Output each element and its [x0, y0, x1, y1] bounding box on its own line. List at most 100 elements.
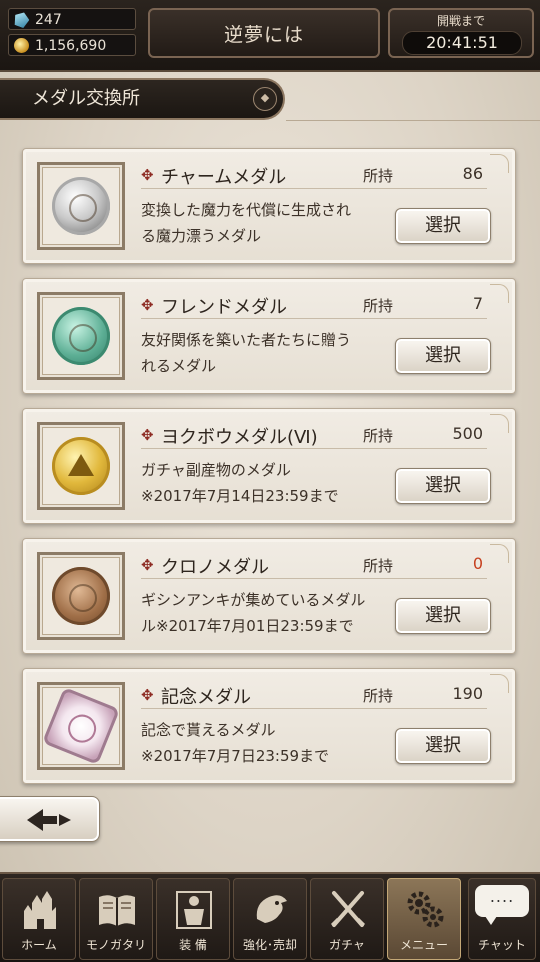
countdown-label: 開戦まで — [436, 14, 485, 28]
back-arrow-icon — [27, 809, 71, 831]
cross-ornament-icon: ✥ — [141, 296, 154, 314]
desc-line: ガチャ副産物のメダル — [141, 461, 291, 479]
countdown-timer: 20:41:51 — [402, 31, 522, 55]
medal-thumbnail — [37, 552, 125, 640]
medal-name: チャームメダル — [161, 167, 287, 188]
desc-line: ギシンアンキが集めているメダル — [141, 591, 366, 609]
armor-icon — [176, 891, 212, 929]
medal-card-commemorative: ✥ 記念メダル 所持 190 記念で貰えるメダル ※2017年7月7日23:59… — [22, 668, 516, 784]
desc-line: 変換した魔力を代償に生成され — [141, 201, 352, 219]
page-title: メダル交換所 — [32, 88, 140, 109]
gears-icon — [407, 891, 444, 928]
chrono-medal-icon — [52, 567, 110, 625]
page-title-bar: メダル交換所 ◆ — [0, 78, 285, 120]
select-button[interactable]: 選択 — [395, 598, 491, 634]
medal-description: 記念で貰えるメダル ※2017年7月7日23:59まで — [141, 717, 389, 769]
medal-description: ガチャ副産物のメダル ※2017年7月14日23:59まで — [141, 457, 389, 509]
yokubou-medal-icon — [52, 437, 110, 495]
medal-name: ヨクボウメダル(Ⅵ) — [161, 427, 318, 448]
castle-icon — [24, 891, 56, 929]
desc-line: 記念で貰えるメダル — [141, 721, 276, 739]
header-divider — [286, 120, 540, 121]
medal-name: 記念メダル — [161, 687, 251, 708]
battle-countdown[interactable]: 開戦まで 20:41:51 — [388, 8, 534, 58]
nav-story[interactable]: モノガタリ — [79, 878, 153, 960]
owned-label: 所持 — [363, 687, 394, 705]
owned-count: 86 — [462, 164, 483, 183]
dragon-icon — [256, 895, 287, 923]
owned-count: 0 — [472, 554, 483, 573]
friend-medal-icon — [52, 307, 110, 365]
nav-label: ホーム — [21, 938, 57, 952]
owned-count: 500 — [452, 424, 483, 443]
commemorative-medal-icon — [41, 686, 121, 766]
crystal-count: 247 — [35, 12, 62, 28]
medal-description: ギシンアンキが集めているメダル ル※2017年7月01日23:59まで — [141, 587, 389, 639]
medal-name-row: ✥ 記念メダル 所持 190 — [141, 682, 487, 709]
medal-name-row: ✥ ヨクボウメダル(Ⅵ) 所持 500 — [141, 422, 487, 449]
owned-label: 所持 — [363, 427, 394, 445]
select-button[interactable]: 選択 — [395, 728, 491, 764]
medal-description: 変換した魔力を代償に生成され る魔力漂うメダル — [141, 197, 389, 249]
chat-bubble-icon: .... — [475, 885, 529, 925]
crystal-icon — [12, 10, 31, 29]
nav-label: モノガタリ — [85, 938, 146, 952]
medal-card-friend: ✥ フレンドメダル 所持 7 友好関係を築いた者たちに贈う れるメダル 選択 — [22, 278, 516, 394]
desc-line: る魔力漂うメダル — [141, 227, 262, 245]
sort-icon[interactable]: ◆ — [253, 87, 277, 111]
event-banner-button[interactable]: 逆夢には — [148, 8, 380, 58]
nav-label: メニュー — [399, 938, 448, 952]
medal-card-charm: ✥ チャームメダル 所持 86 変換した魔力を代償に生成され る魔力漂うメダル … — [22, 148, 516, 264]
select-button[interactable]: 選択 — [395, 208, 491, 244]
select-button[interactable]: 選択 — [395, 338, 491, 374]
nav-menu[interactable]: メニュー — [387, 878, 461, 960]
book-icon — [99, 895, 135, 926]
medal-name-row: ✥ クロノメダル 所持 0 — [141, 552, 487, 579]
nav-label: ガチャ — [329, 938, 365, 952]
medal-name: クロノメダル — [161, 557, 269, 578]
nav-gacha[interactable]: ガチャ — [310, 878, 384, 960]
medal-card-yokubou: ✥ ヨクボウメダル(Ⅵ) 所持 500 ガチャ副産物のメダル ※2017年7月1… — [22, 408, 516, 524]
nav-enhance-sell[interactable]: 強化･売却 — [233, 878, 307, 960]
medal-card-chrono: ✥ クロノメダル 所持 0 ギシンアンキが集めているメダル ル※2017年7月0… — [22, 538, 516, 654]
cross-ornament-icon: ✥ — [141, 426, 154, 444]
gold-count: 1,156,690 — [35, 38, 107, 54]
cross-ornament-icon: ✥ — [141, 686, 154, 704]
back-button[interactable] — [0, 796, 100, 842]
desc-line: ※2017年7月7日23:59まで — [141, 747, 330, 765]
select-button[interactable]: 選択 — [395, 468, 491, 504]
crystal-counter: 247 — [8, 8, 136, 30]
gold-coin-icon — [14, 38, 29, 53]
swords-icon — [330, 891, 366, 927]
nav-label: 強化･売却 — [242, 938, 297, 952]
medal-thumbnail — [37, 162, 125, 250]
desc-line: ※2017年7月14日23:59まで — [141, 487, 339, 505]
medal-name-row: ✥ フレンドメダル 所持 7 — [141, 292, 487, 319]
top-hud: 247 1,156,690 逆夢には 開戦まで 20:41:51 — [0, 0, 540, 72]
nav-label: 装 備 — [179, 938, 207, 952]
owned-count: 7 — [472, 294, 483, 313]
nav-equipment[interactable]: 装 備 — [156, 878, 230, 960]
owned-label: 所持 — [363, 167, 394, 185]
medal-thumbnail — [37, 292, 125, 380]
owned-label: 所持 — [363, 297, 394, 315]
desc-line: 友好関係を築いた者たちに贈う — [141, 331, 352, 349]
medal-thumbnail — [37, 422, 125, 510]
owned-label: 所持 — [363, 557, 394, 575]
cross-ornament-icon: ✥ — [141, 556, 154, 574]
cross-ornament-icon: ✥ — [141, 166, 154, 184]
medal-list: ✥ チャームメダル 所持 86 変換した魔力を代償に生成され る魔力漂うメダル … — [22, 148, 516, 798]
medal-name: フレンドメダル — [161, 297, 287, 318]
nav-home[interactable]: ホーム — [2, 878, 76, 960]
nav-chat[interactable]: .... チャット — [468, 878, 536, 960]
desc-line: ル※2017年7月01日23:59まで — [141, 617, 354, 635]
medal-thumbnail — [37, 682, 125, 770]
medal-description: 友好関係を築いた者たちに贈う れるメダル — [141, 327, 389, 379]
owned-count: 190 — [452, 684, 483, 703]
nav-label: チャット — [478, 938, 526, 952]
charm-medal-icon — [52, 177, 110, 235]
bottom-nav: ホーム モノガタリ 装 備 強化･売却 ガチャ メニュー .... チャット — [0, 872, 540, 962]
medal-name-row: ✥ チャームメダル 所持 86 — [141, 162, 487, 189]
gold-counter: 1,156,690 — [8, 34, 136, 56]
desc-line: れるメダル — [141, 357, 217, 375]
